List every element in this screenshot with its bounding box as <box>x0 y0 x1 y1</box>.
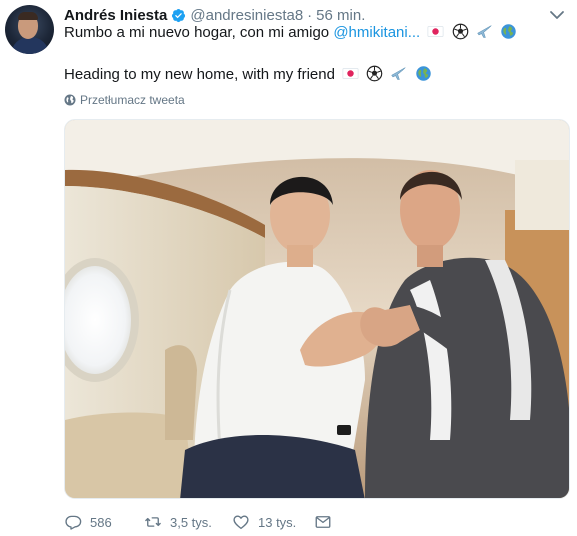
photo-airplane-cabin <box>65 120 569 498</box>
japan-flag-icon <box>427 25 444 38</box>
heart-icon <box>233 515 249 530</box>
airplane-icon <box>477 25 492 38</box>
handle[interactable]: @andresiniesta8 <box>190 7 303 24</box>
retweet-button[interactable]: 3,5 tys. <box>144 513 232 531</box>
separator-dot: · <box>307 6 313 24</box>
tweet-header: Andrés Iniesta @andresiniesta8 · 56 min. <box>64 5 365 25</box>
reply-count: 586 <box>90 514 112 530</box>
globe-earth-icon <box>501 24 516 39</box>
reply-button[interactable]: 586 <box>64 513 144 531</box>
envelope-icon <box>315 516 331 528</box>
tweet-photo[interactable] <box>64 119 570 499</box>
chevron-down-icon[interactable] <box>549 8 565 22</box>
timestamp[interactable]: 56 min. <box>316 7 365 24</box>
translate-tweet-link[interactable]: Przetłumacz tweeta <box>64 92 185 108</box>
airplane-icon <box>391 67 406 80</box>
tweet-actions: 586 3,5 tys. 13 tys. <box>64 512 332 532</box>
avatar[interactable] <box>5 5 54 54</box>
tweet-text-body: Rumbo a mi nuevo hogar, con mi amigo <box>64 24 334 41</box>
japan-flag-icon <box>342 67 359 80</box>
reply-icon <box>65 515 82 530</box>
like-count: 13 tys. <box>258 514 297 530</box>
tweet-text-body-translation: Heading to my new home, with my friend <box>64 66 335 83</box>
tweet-text-original: Rumbo a mi nuevo hogar, con mi amigo @hm… <box>64 23 517 43</box>
direct-message-button[interactable] <box>314 513 332 531</box>
tweet-text-translation: Heading to my new home, with my friend <box>64 65 432 85</box>
like-button[interactable]: 13 tys. <box>232 513 314 531</box>
soccer-ball-icon <box>366 65 383 82</box>
retweet-count: 3,5 tys. <box>170 514 212 530</box>
tweet: Andrés Iniesta @andresiniesta8 · 56 min.… <box>0 0 577 536</box>
globe-icon <box>64 94 76 106</box>
retweet-icon <box>145 517 161 527</box>
globe-earth-icon <box>415 66 431 81</box>
verified-badge-icon <box>172 8 186 22</box>
display-name[interactable]: Andrés Iniesta <box>64 7 167 24</box>
translate-label: Przetłumacz tweeta <box>80 93 185 107</box>
mention-link[interactable]: @hmikitani... <box>333 24 420 41</box>
soccer-ball-icon <box>452 23 468 40</box>
